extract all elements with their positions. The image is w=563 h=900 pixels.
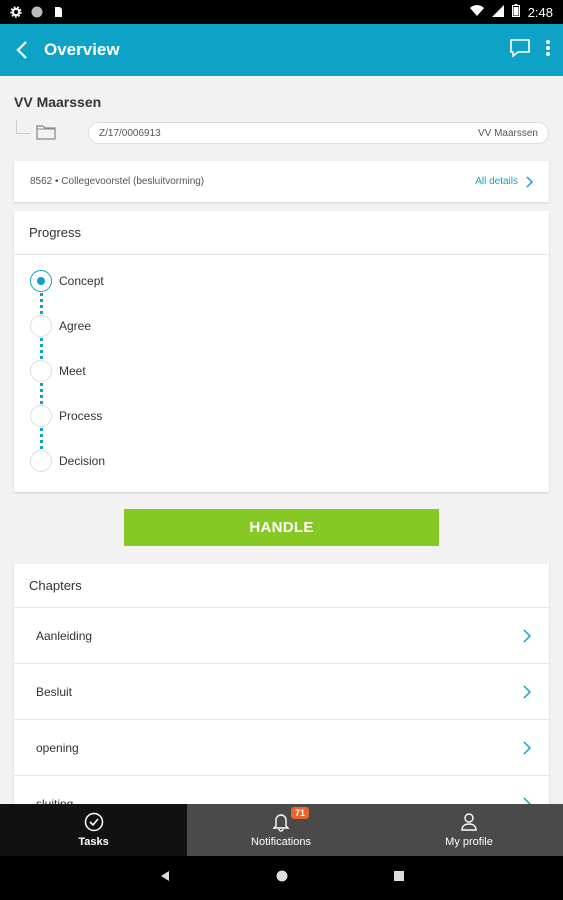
check-circle-icon xyxy=(84,812,103,832)
step-label: Meet xyxy=(59,364,86,378)
step-label: Process xyxy=(59,409,103,423)
progress-steps: Concept Agree Meet Process Decision xyxy=(14,255,549,495)
system-recents-button[interactable] xyxy=(393,869,405,887)
step-label: Agree xyxy=(59,319,92,333)
chat-icon xyxy=(510,38,530,58)
nav-my-profile[interactable]: My profile xyxy=(375,804,563,856)
step-label: Concept xyxy=(59,274,104,288)
page-title: Overview xyxy=(44,40,120,59)
tree-connector xyxy=(16,120,30,134)
battery-icon xyxy=(511,4,520,20)
folder-icon xyxy=(36,124,56,145)
progress-step-agree: Agree xyxy=(14,315,549,360)
chapter-item[interactable]: opening xyxy=(14,720,549,776)
triangle-back-icon xyxy=(160,871,169,881)
progress-step-process: Process xyxy=(14,405,549,450)
step-label: Decision xyxy=(59,454,106,468)
system-back-button[interactable] xyxy=(159,869,171,887)
nav-tasks-label: Tasks xyxy=(78,836,109,848)
progress-step-meet: Meet xyxy=(14,360,549,405)
chapter-label: Besluit xyxy=(36,684,73,699)
step-dot-active xyxy=(30,270,52,292)
chevron-right-icon xyxy=(523,740,531,755)
chapter-label: Aanleiding xyxy=(36,628,93,643)
square-recents-icon xyxy=(393,871,404,881)
case-number: Z/17/0006913 xyxy=(99,127,161,139)
handle-button[interactable]: HANDLE xyxy=(124,509,439,546)
step-dot xyxy=(30,360,52,382)
progress-step-decision: Decision xyxy=(14,450,549,495)
status-time: 2:48 xyxy=(527,4,553,20)
signal-icon xyxy=(491,4,504,20)
bell-icon xyxy=(272,814,290,832)
nav-profile-label: My profile xyxy=(445,836,493,848)
all-details-label: All details xyxy=(475,176,518,187)
bottom-navigation: Tasks 71 Notifications My profile xyxy=(0,804,563,856)
notification-count-badge: 71 xyxy=(291,807,310,819)
progress-heading: Progress xyxy=(14,211,549,255)
nav-notifications-label: Notifications xyxy=(251,836,311,848)
case-organization: VV Maarssen xyxy=(477,127,538,139)
case-number-pill[interactable]: Z/17/0006913 VV Maarssen xyxy=(88,122,549,144)
back-button[interactable] xyxy=(0,24,44,76)
step-connector xyxy=(40,383,43,404)
chapter-label: sluiting xyxy=(36,796,74,805)
status-bar: 2:48 xyxy=(0,0,563,24)
chapters-card: Chapters Aanleiding Besluit opening slui… xyxy=(14,564,549,804)
system-navigation-bar xyxy=(0,856,563,900)
nav-notifications[interactable]: 71 Notifications xyxy=(187,804,375,856)
step-connector xyxy=(40,293,43,314)
step-dot xyxy=(30,405,52,427)
circle-home-icon xyxy=(276,870,287,882)
chevron-right-icon xyxy=(526,175,533,188)
content-area[interactable]: VV Maarssen Z/17/0006913 VV Maarssen 856… xyxy=(0,76,563,804)
person-icon xyxy=(461,813,477,831)
wifi-icon xyxy=(469,4,484,20)
step-dot xyxy=(30,450,52,472)
step-connector xyxy=(40,428,43,449)
progress-step-concept: Concept xyxy=(14,270,549,315)
chevron-right-icon xyxy=(523,796,531,804)
system-home-button[interactable] xyxy=(276,869,288,887)
summary-text: 8562 • Collegevoorstel (besluitvorming) xyxy=(30,176,205,187)
chapter-label: opening xyxy=(36,740,79,755)
all-details-link[interactable]: All details xyxy=(475,175,533,188)
sd-card-icon xyxy=(52,6,64,18)
summary-card: 8562 • Collegevoorstel (besluitvorming) … xyxy=(14,161,549,202)
step-dot xyxy=(30,315,52,337)
chapter-item[interactable]: sluiting xyxy=(14,776,549,804)
chevron-right-icon xyxy=(523,628,531,643)
circle-notification-icon xyxy=(31,6,43,18)
chapters-heading: Chapters xyxy=(14,564,549,608)
step-connector xyxy=(40,338,43,359)
nav-tasks[interactable]: Tasks xyxy=(0,804,187,856)
case-info-row: Z/17/0006913 VV Maarssen xyxy=(14,120,549,146)
more-menu-button[interactable] xyxy=(545,39,551,62)
chat-button[interactable] xyxy=(509,38,531,63)
chevron-right-icon xyxy=(523,684,531,699)
chapter-item[interactable]: Aanleiding xyxy=(14,608,549,664)
back-arrow-icon xyxy=(16,41,27,59)
more-vert-icon xyxy=(546,39,550,56)
chapter-item[interactable]: Besluit xyxy=(14,664,549,720)
case-name: VV Maarssen xyxy=(14,94,102,110)
gear-icon xyxy=(10,6,22,18)
app-bar: Overview xyxy=(0,24,563,76)
progress-card: Progress Concept Agree Meet Process Deci… xyxy=(14,211,549,492)
